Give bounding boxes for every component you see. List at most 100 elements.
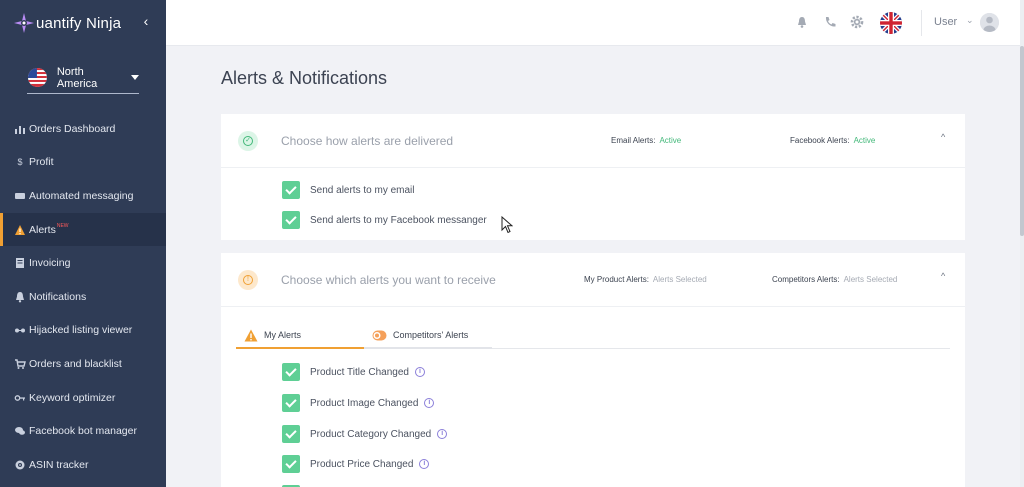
user-menu-label[interactable]: User: [934, 16, 957, 28]
product-alerts-status: My Product Alerts: Alerts Selected: [584, 275, 707, 284]
sidebar-item-label: Keyword optimizer: [29, 391, 116, 404]
sidebar-item-alerts[interactable]: Alerts NEW: [0, 212, 166, 247]
sidebar-item-notifications[interactable]: Notifications: [0, 280, 166, 314]
alert-types-card: ! Choose which alerts you want to receiv…: [221, 253, 965, 487]
info-icon[interactable]: i: [419, 459, 430, 469]
message-icon: [15, 192, 25, 199]
facebook-alerts-label: Facebook Alerts:: [790, 136, 850, 145]
us-flag-icon: [28, 68, 47, 87]
sidebar: uantify Ninja ‹ North America Orders Das…: [0, 0, 166, 487]
email-delivery-checkbox[interactable]: [282, 181, 300, 199]
glasses-icon: [15, 328, 25, 333]
competitors-alerts-status: Competitors Alerts: Alerts Selected: [772, 275, 897, 284]
chevron-down-icon[interactable]: ⌄: [966, 15, 974, 26]
target-icon: [15, 460, 25, 470]
collapse-sidebar-button[interactable]: ‹: [139, 12, 153, 30]
tab-competitors-alerts[interactable]: Competitors' Alerts: [364, 323, 492, 349]
avatar[interactable]: [980, 13, 999, 32]
sidebar-item-hijacked-listing-viewer[interactable]: Hijacked listing viewer: [0, 314, 166, 348]
sidebar-item-label: Notifications: [29, 290, 87, 303]
sidebar-item-orders-dashboard[interactable]: Orders Dashboard: [0, 112, 166, 146]
email-alerts-label: Email Alerts:: [611, 136, 656, 145]
new-badge: NEW: [56, 222, 69, 229]
product-price-changed-option[interactable]: Product Price Changed i: [282, 455, 430, 473]
competitors-alerts-value: Alerts Selected: [843, 275, 898, 284]
toggle-icon: [372, 330, 387, 340]
email-alerts-value: Active: [659, 136, 682, 145]
product-alerts-value: Alerts Selected: [652, 275, 707, 284]
sidebar-item-label: ASIN tracker: [29, 458, 89, 471]
cart-icon: [15, 359, 26, 369]
caret-down-icon: [131, 75, 139, 80]
product-title-changed-option[interactable]: Product Title Changed i: [282, 363, 425, 381]
alert-types-card-header[interactable]: ! Choose which alerts you want to receiv…: [221, 253, 965, 307]
sidebar-item-invoicing[interactable]: Invoicing: [0, 246, 166, 280]
option-label: Product Title Changed: [310, 366, 409, 378]
facebook-alerts-status: Facebook Alerts: Active: [790, 136, 875, 145]
option-label: Send alerts to my email: [310, 184, 415, 196]
sidebar-item-facebook-bot-manager[interactable]: Facebook bot manager: [0, 414, 166, 448]
uk-flag-icon[interactable]: [880, 12, 902, 34]
facebook-delivery-checkbox[interactable]: [282, 211, 300, 229]
sidebar-item-label: Automated messaging: [29, 189, 134, 202]
warning-icon: [15, 224, 25, 235]
email-delivery-option[interactable]: Send alerts to my email: [282, 181, 415, 199]
bell-icon[interactable]: [794, 14, 810, 30]
product-category-changed-checkbox[interactable]: [282, 425, 300, 443]
sidebar-nav: Orders Dashboard $ Profit Automated mess…: [0, 112, 166, 482]
document-icon: [16, 258, 24, 269]
bar-chart-icon: [15, 125, 25, 134]
mouse-cursor-icon: [501, 216, 513, 234]
sidebar-item-automated-messaging[interactable]: Automated messaging: [0, 179, 166, 213]
info-circle-icon: !: [238, 270, 258, 290]
option-label: Product Price Changed: [310, 458, 414, 470]
topbar-divider: [921, 10, 922, 36]
gear-icon[interactable]: [849, 14, 865, 30]
phone-icon[interactable]: [822, 14, 838, 30]
delivery-card-header[interactable]: ✓ Choose how alerts are delivered Email …: [221, 114, 965, 168]
product-price-changed-checkbox[interactable]: [282, 455, 300, 473]
sidebar-item-profit[interactable]: $ Profit: [0, 146, 166, 180]
sidebar-item-label: Alerts: [29, 223, 56, 236]
check-circle-icon: ✓: [238, 131, 258, 151]
alert-tabs: My Alerts Competitors' Alerts: [236, 323, 950, 349]
collapse-alert-types-button[interactable]: ^: [941, 271, 945, 281]
info-icon[interactable]: i: [424, 398, 435, 408]
sidebar-item-label: Invoicing: [29, 257, 71, 270]
chat-icon: [15, 427, 25, 435]
product-category-changed-option[interactable]: Product Category Changed i: [282, 425, 448, 443]
scrollbar-thumb[interactable]: [1020, 46, 1024, 236]
warning-icon: [244, 329, 258, 341]
sidebar-item-label: Hijacked listing viewer: [29, 324, 133, 337]
product-image-changed-checkbox[interactable]: [282, 394, 300, 412]
product-alerts-label: My Product Alerts:: [584, 275, 649, 284]
delivery-card-title: Choose how alerts are delivered: [281, 134, 454, 148]
dollar-icon: $: [17, 157, 23, 168]
region-label: North America: [56, 65, 98, 90]
option-label: Product Category Changed: [310, 428, 432, 440]
sidebar-item-label: Orders and blacklist: [29, 357, 122, 370]
bell-icon: [16, 291, 24, 303]
logo-text: uantify Ninja: [36, 14, 122, 32]
collapse-delivery-button[interactable]: ^: [941, 132, 945, 142]
ninja-star-icon: [14, 13, 34, 33]
sidebar-item-asin-tracker[interactable]: ASIN tracker: [0, 448, 166, 482]
delivery-settings-card: ✓ Choose how alerts are delivered Email …: [221, 114, 965, 240]
sidebar-item-keyword-optimizer[interactable]: Keyword optimizer: [0, 381, 166, 415]
product-title-changed-checkbox[interactable]: [282, 363, 300, 381]
sidebar-item-orders-and-blacklist[interactable]: Orders and blacklist: [0, 347, 166, 381]
info-icon[interactable]: i: [414, 367, 425, 377]
product-image-changed-option[interactable]: Product Image Changed i: [282, 394, 435, 412]
facebook-delivery-option[interactable]: Send alerts to my Facebook messanger: [282, 211, 487, 229]
key-icon: [14, 394, 25, 401]
page-scrollbar[interactable]: [1020, 0, 1024, 487]
facebook-alerts-value: Active: [853, 136, 876, 145]
tab-label: Competitors' Alerts: [393, 330, 469, 340]
email-alerts-status: Email Alerts: Active: [611, 136, 681, 145]
sidebar-item-label: Facebook bot manager: [29, 425, 137, 438]
region-selector[interactable]: North America: [27, 62, 139, 94]
info-icon[interactable]: i: [437, 429, 448, 439]
app-logo[interactable]: uantify Ninja: [13, 10, 121, 36]
tab-my-alerts[interactable]: My Alerts: [236, 323, 364, 349]
option-label: Product Image Changed: [310, 397, 419, 409]
